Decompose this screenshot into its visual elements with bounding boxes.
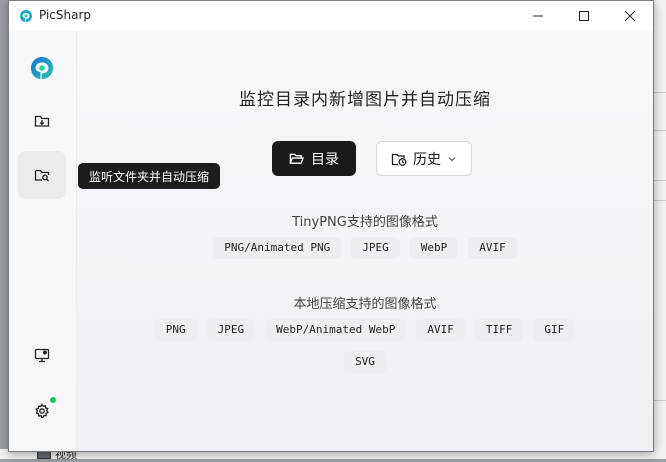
main-panel: 监控目录内新增图片并自动压缩 目录 历史 TinyPNG支持的图像格式 PNG/…	[77, 31, 653, 451]
window-title: PicSharp	[39, 8, 92, 22]
format-chip: SVG	[344, 351, 386, 373]
select-directory-label: 目录	[311, 151, 339, 168]
tinypng-formats-title: TinyPNG支持的图像格式	[292, 215, 438, 230]
folder-clock-icon	[391, 153, 407, 166]
minimize-button[interactable]	[515, 1, 561, 31]
picsharp-logo-icon	[31, 57, 53, 79]
format-chip: TIFF	[474, 319, 524, 341]
page-title: 监控目录内新增图片并自动压缩	[239, 90, 491, 110]
maximize-icon	[579, 11, 589, 21]
monitor-settings-icon	[34, 348, 50, 363]
format-chip: WebP/Animated WebP	[265, 319, 407, 341]
format-chip: AVIF	[468, 237, 517, 259]
folder-search-icon	[34, 169, 50, 182]
close-icon	[624, 10, 636, 22]
local-formats-list: PNG JPEG WebP/Animated WebP AVIF TIFF GI…	[137, 319, 593, 373]
format-chip: GIF	[533, 319, 576, 341]
folder-download-icon	[34, 115, 50, 127]
app-window: PicSharp 监控目录内新增图片并自动压缩 目录 历史 TinyPNG支持的…	[8, 0, 654, 452]
update-notification-dot	[50, 397, 56, 403]
tinypng-formats-list: PNG/Animated PNG JPEG WebP AVIF	[77, 237, 653, 259]
format-chip: PNG/Animated PNG	[213, 237, 342, 259]
title-bar[interactable]: PicSharp	[9, 1, 653, 31]
format-chip: AVIF	[416, 319, 465, 341]
maximize-button[interactable]	[561, 1, 607, 31]
select-directory-button[interactable]: 目录	[272, 141, 356, 176]
background-window-edge	[653, 0, 666, 459]
app-logo-icon	[20, 10, 32, 22]
format-chip: WebP	[409, 237, 459, 259]
chevron-down-icon	[448, 156, 456, 161]
sidebar-item-watch-folder[interactable]	[18, 151, 66, 199]
folder-open-icon	[289, 153, 304, 164]
history-dropdown-button[interactable]: 历史	[376, 141, 472, 176]
sidebar-tooltip: 监听文件夹并自动压缩	[78, 163, 221, 189]
close-button[interactable]	[607, 1, 653, 31]
format-chip: JPEG	[351, 237, 400, 259]
sidebar-item-compress-files[interactable]	[18, 97, 66, 145]
sidebar	[9, 31, 77, 451]
sidebar-item-display-settings[interactable]	[18, 331, 66, 379]
sidebar-item-settings[interactable]	[18, 387, 66, 435]
format-chip: PNG	[154, 319, 197, 341]
local-formats-title: 本地压缩支持的图像格式	[293, 297, 437, 312]
minimize-icon	[533, 15, 543, 17]
history-label: 历史	[413, 151, 441, 168]
format-chip: JPEG	[206, 319, 256, 341]
gear-icon	[35, 403, 49, 419]
